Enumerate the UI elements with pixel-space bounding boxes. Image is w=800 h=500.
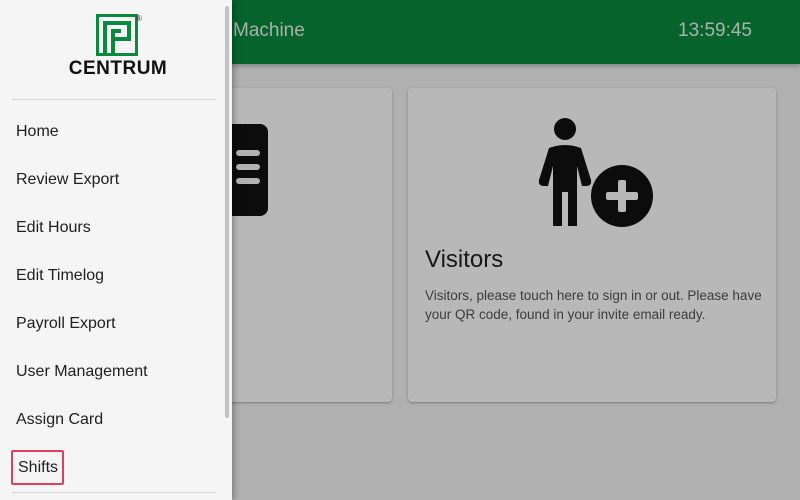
menu-item-edit-hours[interactable]: Edit Hours	[0, 204, 225, 250]
logo-text: CENTRUM	[68, 58, 168, 79]
menu-item-user-management[interactable]: User Management	[0, 348, 225, 394]
menu-item-label: Shifts	[11, 450, 65, 485]
menu-item-label: Edit Hours	[16, 219, 91, 236]
menu-item-payroll-export[interactable]: Payroll Export	[0, 300, 225, 346]
menu-item-assign-card[interactable]: Assign Card	[0, 396, 225, 442]
drawer-scrollbar[interactable]	[225, 6, 229, 418]
menu-item-label: Assign Card	[16, 411, 104, 428]
app-window: Machine 13:59:45 ID card to register	[0, 0, 800, 500]
menu-item-edit-timelog[interactable]: Edit Timelog	[0, 252, 225, 298]
menu-item-label: User Management	[16, 363, 148, 380]
drawer-divider-bottom	[12, 492, 216, 493]
navigation-drawer: ® CENTRUM Home Review Export Edit Hours …	[0, 0, 232, 500]
menu-item-home[interactable]: Home	[0, 108, 225, 154]
menu-item-label: Home	[16, 123, 59, 140]
menu-item-label: Review Export	[16, 171, 120, 188]
menu-item-review-export[interactable]: Review Export	[0, 156, 225, 202]
registered-mark: ®	[136, 14, 142, 23]
menu-item-label: Payroll Export	[16, 315, 116, 332]
menu-item-shifts[interactable]: Shifts	[0, 444, 225, 490]
drawer-divider-top	[12, 99, 216, 100]
menu-item-label: Edit Timelog	[16, 267, 105, 284]
centrum-logo-mark	[96, 14, 138, 56]
centrum-logo: ® CENTRUM	[60, 14, 180, 80]
